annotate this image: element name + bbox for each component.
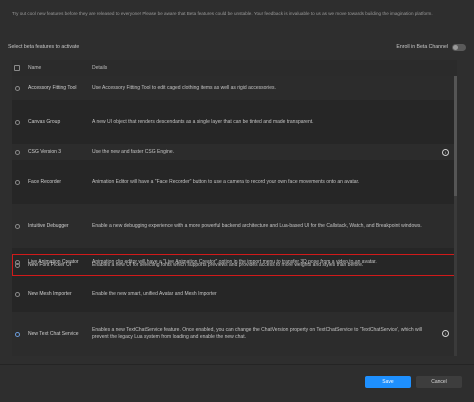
info-icon[interactable]: i [442, 149, 449, 156]
table-row[interactable]: CSG Version 3 Use the new and faster CSG… [12, 144, 457, 160]
header-name: Name [28, 65, 42, 71]
feature-details: Use Accessory Fitting Tool to edit caged… [92, 84, 276, 91]
row-radio[interactable] [14, 331, 20, 337]
row-radio[interactable] [14, 119, 20, 125]
feature-details: Enables a new TextChatService feature. O… [92, 327, 422, 340]
info-icon[interactable]: i [442, 330, 449, 337]
table-row[interactable]: Canvas Group A new UI object that render… [12, 100, 457, 144]
feature-name: Accessory Fitting Tool [28, 84, 77, 91]
row-radio[interactable] [14, 223, 20, 229]
row-radio[interactable] [14, 179, 20, 185]
save-button[interactable]: Save [365, 376, 411, 388]
feature-name: Intuitive Debugger [28, 222, 69, 229]
table-row[interactable]: New Text Chat Service Enables a new Text… [12, 312, 457, 356]
beta-features-table: Name Details Accessory Fitting Tool Use … [12, 60, 457, 356]
feature-details: A new UI object that renders descendants… [92, 118, 314, 125]
highlight-box [12, 254, 455, 276]
enroll-control[interactable]: Enroll in Beta Channel [396, 43, 466, 51]
feature-details: Use the new and faster CSG Engine. [92, 148, 174, 155]
toggle-knob [453, 44, 458, 50]
row-radio[interactable] [14, 292, 20, 297]
feature-name: Face Recorder [28, 178, 62, 185]
footer-divider [0, 364, 474, 365]
section-bar: Select beta features to activate Enroll … [8, 40, 466, 54]
table-row[interactable]: Intuitive Debugger Enable a new debuggin… [12, 204, 457, 248]
feature-name: New Text Chat Service [28, 330, 79, 337]
scroll-thumb[interactable] [454, 76, 457, 196]
table-header: Name Details [12, 60, 457, 77]
row-radio[interactable] [14, 149, 20, 155]
table-scrollbar[interactable] [454, 76, 457, 356]
feature-details: Enable a new debugging experience with a… [92, 222, 422, 229]
table-row[interactable]: New Mesh Importer Enable the new smart, … [12, 277, 457, 312]
cancel-button[interactable]: Cancel [416, 376, 462, 388]
select-all-checkbox[interactable] [14, 65, 20, 71]
feature-name: New Mesh Importer [28, 291, 72, 297]
feature-details: Animation Editor will have a "Face Recor… [92, 178, 360, 185]
intro-text: Try out cool new features before they ar… [12, 11, 433, 16]
header-details: Details [92, 65, 108, 71]
header-checkbox-col [12, 65, 22, 71]
table-row[interactable]: Face Recorder Animation Editor will have… [12, 160, 457, 204]
table-row[interactable]: Accessory Fitting Tool Use Accessory Fit… [12, 76, 457, 100]
feature-name: Canvas Group [28, 118, 61, 125]
section-label: Select beta features to activate [8, 44, 80, 50]
row-radio[interactable] [14, 85, 20, 91]
feature-details: Enable the new smart, unified Avatar and… [92, 291, 217, 297]
feature-name: CSG Version 3 [28, 148, 62, 155]
enroll-label: Enroll in Beta Channel [396, 44, 448, 50]
enroll-toggle[interactable] [452, 43, 466, 51]
